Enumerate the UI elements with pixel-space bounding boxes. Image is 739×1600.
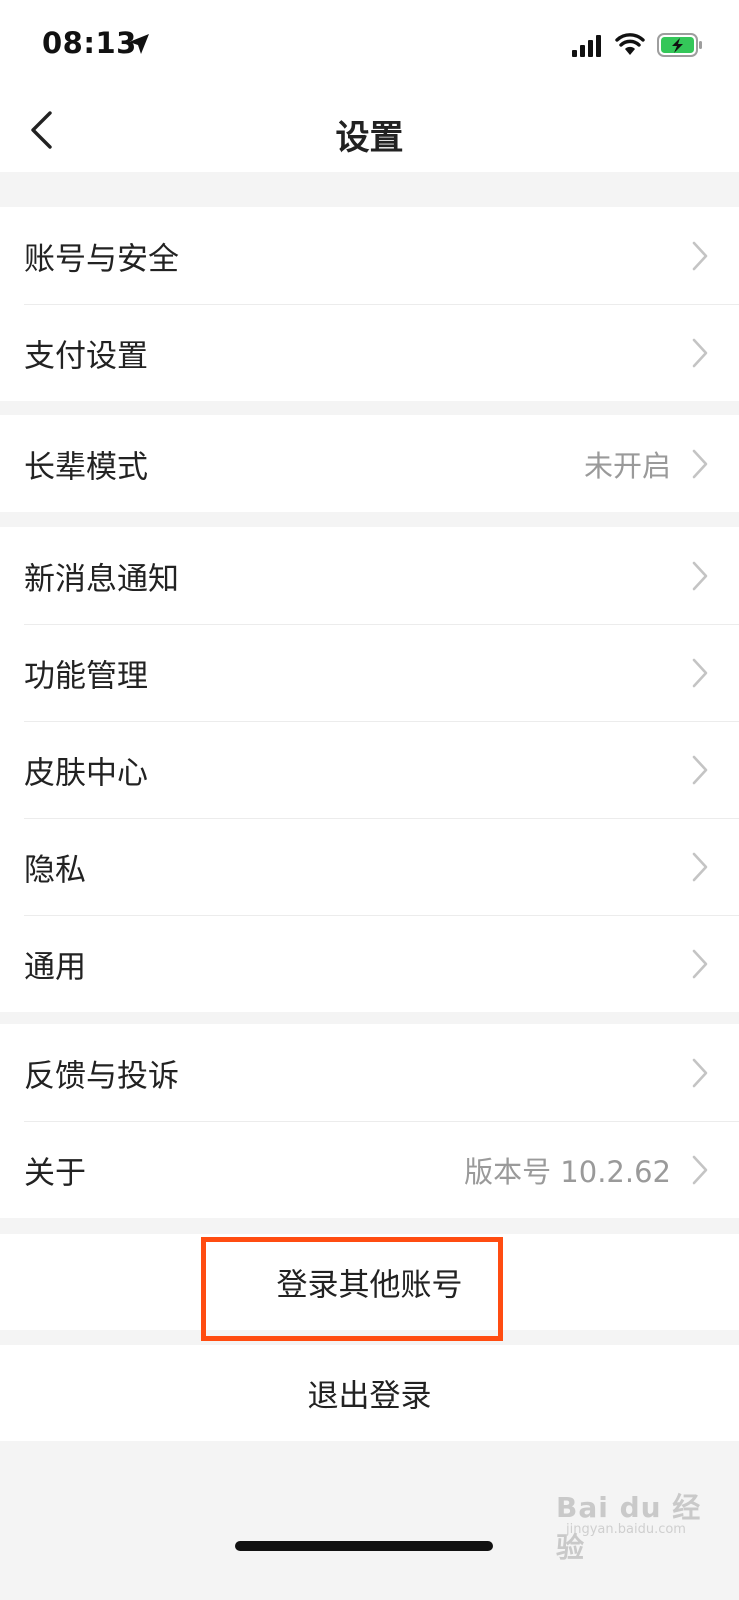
settings-item-label: 新消息通知 bbox=[24, 561, 179, 597]
settings-item-about[interactable]: 关于 版本号 10.2.62 bbox=[0, 1121, 739, 1218]
settings-item-label: 长辈模式 bbox=[24, 449, 148, 485]
settings-item-label: 反馈与投诉 bbox=[24, 1058, 179, 1094]
settings-item-account-security[interactable]: 账号与安全 bbox=[0, 207, 739, 304]
settings-item-features[interactable]: 功能管理 bbox=[0, 624, 739, 721]
watermark-url: jingyan.baidu.com bbox=[566, 1522, 686, 1537]
version-number: 版本号 10.2.62 bbox=[464, 1154, 671, 1189]
settings-group-elder-mode: 长辈模式 未开启 bbox=[0, 415, 739, 512]
chevron-right-icon bbox=[692, 241, 708, 270]
chevron-right-icon bbox=[692, 338, 708, 367]
status-time: 08:13 bbox=[42, 26, 137, 60]
chevron-right-icon bbox=[692, 1058, 708, 1087]
home-indicator[interactable] bbox=[235, 1541, 493, 1551]
settings-item-label: 关于 bbox=[24, 1155, 86, 1191]
settings-item-elder-mode[interactable]: 长辈模式 未开启 bbox=[0, 415, 739, 512]
logout-button[interactable]: 退出登录 bbox=[0, 1345, 739, 1441]
settings-item-label: 隐私 bbox=[24, 852, 86, 888]
chevron-right-icon bbox=[692, 852, 708, 881]
settings-item-skins[interactable]: 皮肤中心 bbox=[0, 721, 739, 818]
location-arrow-icon bbox=[129, 34, 149, 54]
elder-mode-status: 未开启 bbox=[583, 448, 671, 483]
settings-item-general[interactable]: 通用 bbox=[0, 915, 739, 1012]
chevron-right-icon bbox=[692, 561, 708, 590]
settings-item-payment[interactable]: 支付设置 bbox=[0, 304, 739, 401]
cellular-signal-icon bbox=[572, 35, 601, 57]
chevron-right-icon bbox=[692, 949, 708, 978]
settings-item-notifications[interactable]: 新消息通知 bbox=[0, 527, 739, 624]
battery-charging-icon bbox=[657, 33, 702, 57]
baidu-watermark: Bai du 经验 jingyan.baidu.com bbox=[556, 1486, 706, 1564]
settings-group-account: 账号与安全 支付设置 bbox=[0, 207, 739, 401]
logout-label: 退出登录 bbox=[307, 1378, 432, 1415]
page-title: 设置 bbox=[335, 118, 404, 158]
chevron-right-icon bbox=[692, 449, 708, 478]
settings-item-label: 功能管理 bbox=[24, 658, 148, 694]
chevron-right-icon bbox=[692, 1155, 708, 1184]
settings-item-feedback[interactable]: 反馈与投诉 bbox=[0, 1024, 739, 1121]
switch-account-label: 登录其他账号 bbox=[276, 1267, 463, 1304]
status-bar: 08:13 bbox=[0, 0, 739, 92]
wifi-icon bbox=[615, 33, 645, 55]
settings-item-label: 支付设置 bbox=[24, 338, 148, 374]
switch-account-button[interactable]: 登录其他账号 bbox=[0, 1234, 739, 1330]
settings-item-label: 通用 bbox=[24, 949, 86, 985]
settings-item-privacy[interactable]: 隐私 bbox=[0, 818, 739, 915]
chevron-right-icon bbox=[692, 658, 708, 687]
settings-group-general: 新消息通知 功能管理 皮肤中心 隐私 通用 bbox=[0, 527, 739, 1012]
chevron-right-icon bbox=[692, 755, 708, 784]
settings-item-label: 账号与安全 bbox=[24, 241, 179, 277]
nav-bar: 设置 bbox=[0, 92, 739, 172]
settings-item-label: 皮肤中心 bbox=[24, 755, 148, 791]
settings-group-about: 反馈与投诉 关于 版本号 10.2.62 bbox=[0, 1024, 739, 1218]
